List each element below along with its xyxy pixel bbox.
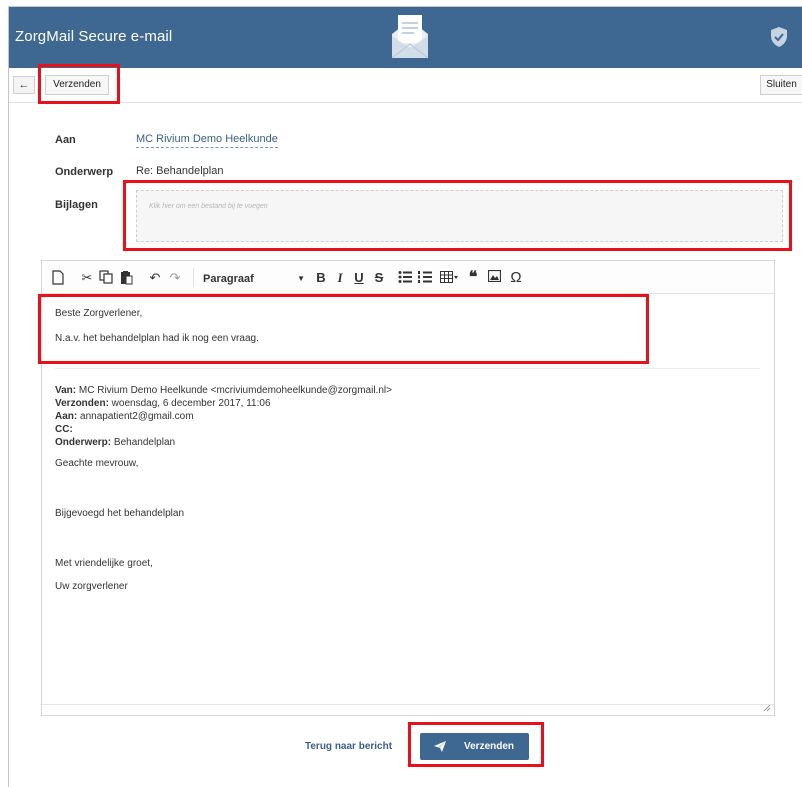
editor-toolbar: ✂ ↶ ↷ Paragraaf ▼ B I U S ❝ Ω [42, 261, 774, 294]
subject-field[interactable]: Re: Behandelplan [136, 165, 223, 177]
cut-icon[interactable]: ✂ [80, 270, 94, 286]
app-title: ZorgMail Secure e-mail [15, 28, 173, 45]
quoted-sent: Verzonden: woensdag, 6 december 2017, 11… [55, 398, 271, 409]
to-label: Aan [55, 134, 76, 146]
highlight-attachments [123, 180, 792, 251]
quote-divider [55, 368, 760, 369]
quoted-body-line: Uw zorgverlener [55, 581, 128, 592]
redo-icon[interactable]: ↷ [168, 270, 182, 286]
highlight-send-top [38, 64, 120, 104]
shield-icon [771, 27, 787, 47]
quoted-subject: Onderwerp: Behandelplan [55, 437, 176, 448]
highlight-reply-text [38, 294, 649, 364]
toolbar-separator [193, 268, 194, 287]
attachments-label: Bijlagen [55, 199, 98, 211]
italic-icon[interactable]: I [333, 270, 347, 286]
quoted-to: Aan: annapatient2@gmail.com [55, 411, 194, 422]
envelope-icon [391, 15, 429, 59]
special-character-icon[interactable]: Ω [508, 270, 524, 286]
quoted-body-line: Bijgevoegd het behandelplan [55, 508, 184, 519]
quoted-body-line: Met vriendelijke groet, [55, 558, 153, 569]
back-to-message-link[interactable]: Terug naar bericht [305, 741, 392, 752]
copy-icon[interactable] [99, 270, 113, 286]
subject-label: Onderwerp [55, 166, 114, 178]
bullet-list-icon[interactable] [398, 270, 414, 286]
image-icon[interactable] [488, 270, 502, 286]
paragraph-format-select[interactable]: Paragraaf ▼ [203, 271, 305, 287]
app-header: ZorgMail Secure e-mail [9, 7, 802, 68]
blockquote-icon[interactable]: ❝ [466, 270, 480, 286]
paste-icon[interactable] [120, 270, 134, 286]
table-icon[interactable] [440, 270, 460, 286]
quoted-cc: CC: [55, 424, 73, 435]
numbered-list-icon[interactable] [418, 270, 434, 286]
action-toolbar: ← Verzenden Sluiten [9, 68, 802, 103]
underline-icon[interactable]: U [352, 270, 366, 286]
undo-icon[interactable]: ↶ [148, 270, 162, 286]
back-button[interactable]: ← [13, 76, 35, 94]
bold-icon[interactable]: B [314, 270, 328, 286]
recipient-field[interactable]: MC Rivium Demo Heelkunde [136, 133, 278, 148]
strikethrough-icon[interactable]: S [372, 270, 386, 286]
resize-handle-icon[interactable] [763, 704, 771, 712]
close-button[interactable]: Sluiten [760, 75, 802, 95]
quoted-from: Van: MC Rivium Demo Heelkunde <mcriviumd… [55, 385, 392, 396]
editor-statusbar-line [42, 704, 774, 705]
new-document-icon[interactable] [52, 270, 66, 286]
chevron-down-icon: ▼ [297, 274, 305, 283]
highlight-send-bottom [408, 722, 544, 767]
quoted-body-line: Geachte mevrouw, [55, 458, 139, 469]
app-window: ZorgMail Secure e-mail ← Verzenden Sluit… [8, 6, 802, 787]
paragraph-format-value: Paragraaf [203, 273, 254, 285]
